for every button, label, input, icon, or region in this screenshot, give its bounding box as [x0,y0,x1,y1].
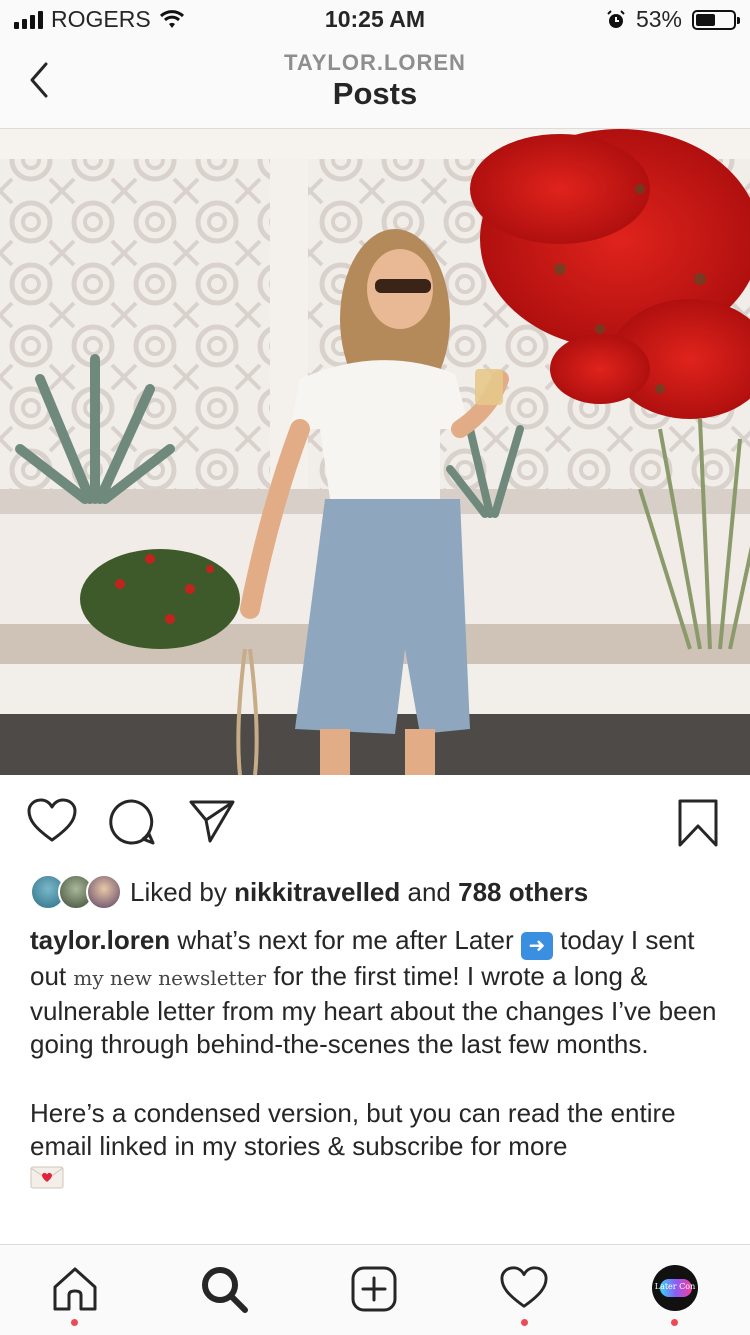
search-icon[interactable] [200,1265,248,1313]
notification-dot [71,1319,78,1326]
caption-paragraph: taylor.loren what’s next for me after La… [30,924,726,1061]
status-bar: ROGERS 10:25 AM 53% [0,0,750,40]
home-icon[interactable] [51,1265,99,1313]
heart-icon[interactable] [500,1265,548,1311]
battery-percent: 53% [635,6,682,32]
post-caption: taylor.loren what’s next for me after La… [30,924,726,1197]
status-right: 53% [606,6,740,33]
notification-dot [671,1319,678,1326]
likes-middle: and [407,876,451,907]
likes-prefix: Liked by [130,876,227,907]
paper-plane-icon[interactable] [188,798,236,844]
caption-text: Here’s a condensed version, but you can … [30,1098,676,1161]
avatar[interactable]: Later Con [652,1265,698,1311]
notification-dot [521,1319,528,1326]
newsletter-text: my new newsletter [73,966,267,990]
caption-username[interactable]: taylor.loren [30,925,170,955]
liker-avatars [30,874,122,910]
nav-header: TAYLOR.LOREN Posts [0,40,750,129]
post-actions [0,776,750,866]
liker-username[interactable]: nikkitravelled [234,877,400,908]
post-photo-illustration [0,129,750,775]
bottom-tab-bar: Later Con [0,1244,750,1335]
post-image[interactable] [0,129,750,775]
battery-icon [692,9,740,30]
likes-count[interactable]: 788 others [458,877,588,908]
caption-text: what’s next for me after Later [177,925,514,955]
caption-paragraph: Here’s a condensed version, but you can … [30,1097,726,1163]
alarm-icon [607,9,625,28]
profile-username: TAYLOR.LOREN [284,50,466,75]
avatar-label: Later Con [654,1282,696,1291]
right-arrow-emoji-icon: ➜ [520,932,553,960]
bookmark-icon[interactable] [677,798,719,848]
likes-summary[interactable]: Liked by nikkitravelled and 788 others [30,872,588,912]
heart-icon[interactable] [27,798,77,844]
avatar [86,874,122,910]
comment-icon[interactable] [108,798,156,846]
love-letter-emoji-icon [30,1166,64,1189]
page-title: Posts [332,76,418,111]
plus-square-icon[interactable] [350,1265,398,1313]
